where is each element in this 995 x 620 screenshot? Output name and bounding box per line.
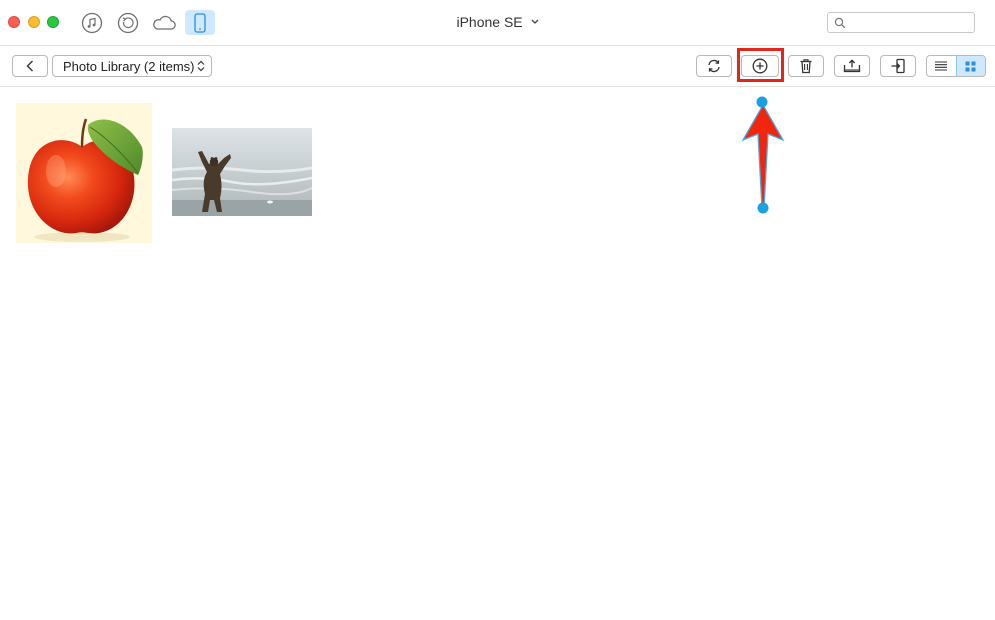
restore-mode-button[interactable] — [113, 10, 143, 35]
view-toggle — [926, 55, 986, 77]
add-circle-icon — [752, 58, 768, 74]
window-title: iPhone SE — [456, 14, 523, 30]
maximize-window-button[interactable] — [47, 16, 59, 28]
apple-photo-image — [16, 103, 152, 243]
export-to-computer-button[interactable] — [834, 55, 870, 77]
list-icon — [935, 61, 948, 71]
search-icon — [834, 17, 846, 28]
chevron-down-icon — [531, 19, 538, 24]
refresh-icon — [708, 59, 720, 73]
red-arrow-shape — [741, 103, 785, 209]
device-selector[interactable]: iPhone SE — [456, 14, 538, 30]
trash-icon — [800, 59, 812, 74]
chevron-left-icon — [26, 60, 33, 72]
icloud-mode-button[interactable] — [149, 10, 179, 35]
grid-icon — [965, 61, 976, 71]
music-mode-button[interactable] — [77, 10, 107, 35]
close-window-button[interactable] — [8, 16, 20, 28]
bear-photo-image — [171, 128, 313, 216]
search-box — [827, 12, 975, 33]
delete-button[interactable] — [788, 55, 824, 77]
send-to-device-button[interactable] — [880, 55, 916, 77]
add-button[interactable] — [741, 55, 779, 77]
arrow-end-handle — [757, 202, 769, 214]
annotation-arrow — [741, 96, 785, 214]
album-select[interactable]: Photo Library (2 items) — [52, 55, 212, 77]
up-down-chevron-icon — [197, 60, 205, 72]
grid-view-button[interactable] — [955, 56, 985, 76]
device-mode-button[interactable] — [185, 10, 215, 35]
title-bar: iPhone SE — [0, 0, 995, 46]
minimize-window-button[interactable] — [28, 16, 40, 28]
export-tray-icon — [843, 59, 861, 73]
photo-thumbnail-bear[interactable] — [171, 128, 313, 216]
back-button[interactable] — [12, 55, 48, 77]
send-to-device-icon — [891, 58, 905, 74]
arrow-start-handle — [756, 96, 768, 108]
iphone-icon — [194, 12, 206, 33]
album-select-label: Photo Library (2 items) — [63, 58, 195, 74]
photo-thumbnail-apple[interactable] — [16, 103, 152, 243]
search-input[interactable] — [850, 14, 974, 31]
toolbar: Photo Library (2 items) — [0, 46, 995, 87]
list-view-button[interactable] — [927, 56, 956, 76]
cloud-icon — [153, 15, 176, 30]
history-icon — [117, 12, 139, 33]
music-note-icon — [81, 12, 103, 33]
refresh-button[interactable] — [696, 55, 732, 77]
